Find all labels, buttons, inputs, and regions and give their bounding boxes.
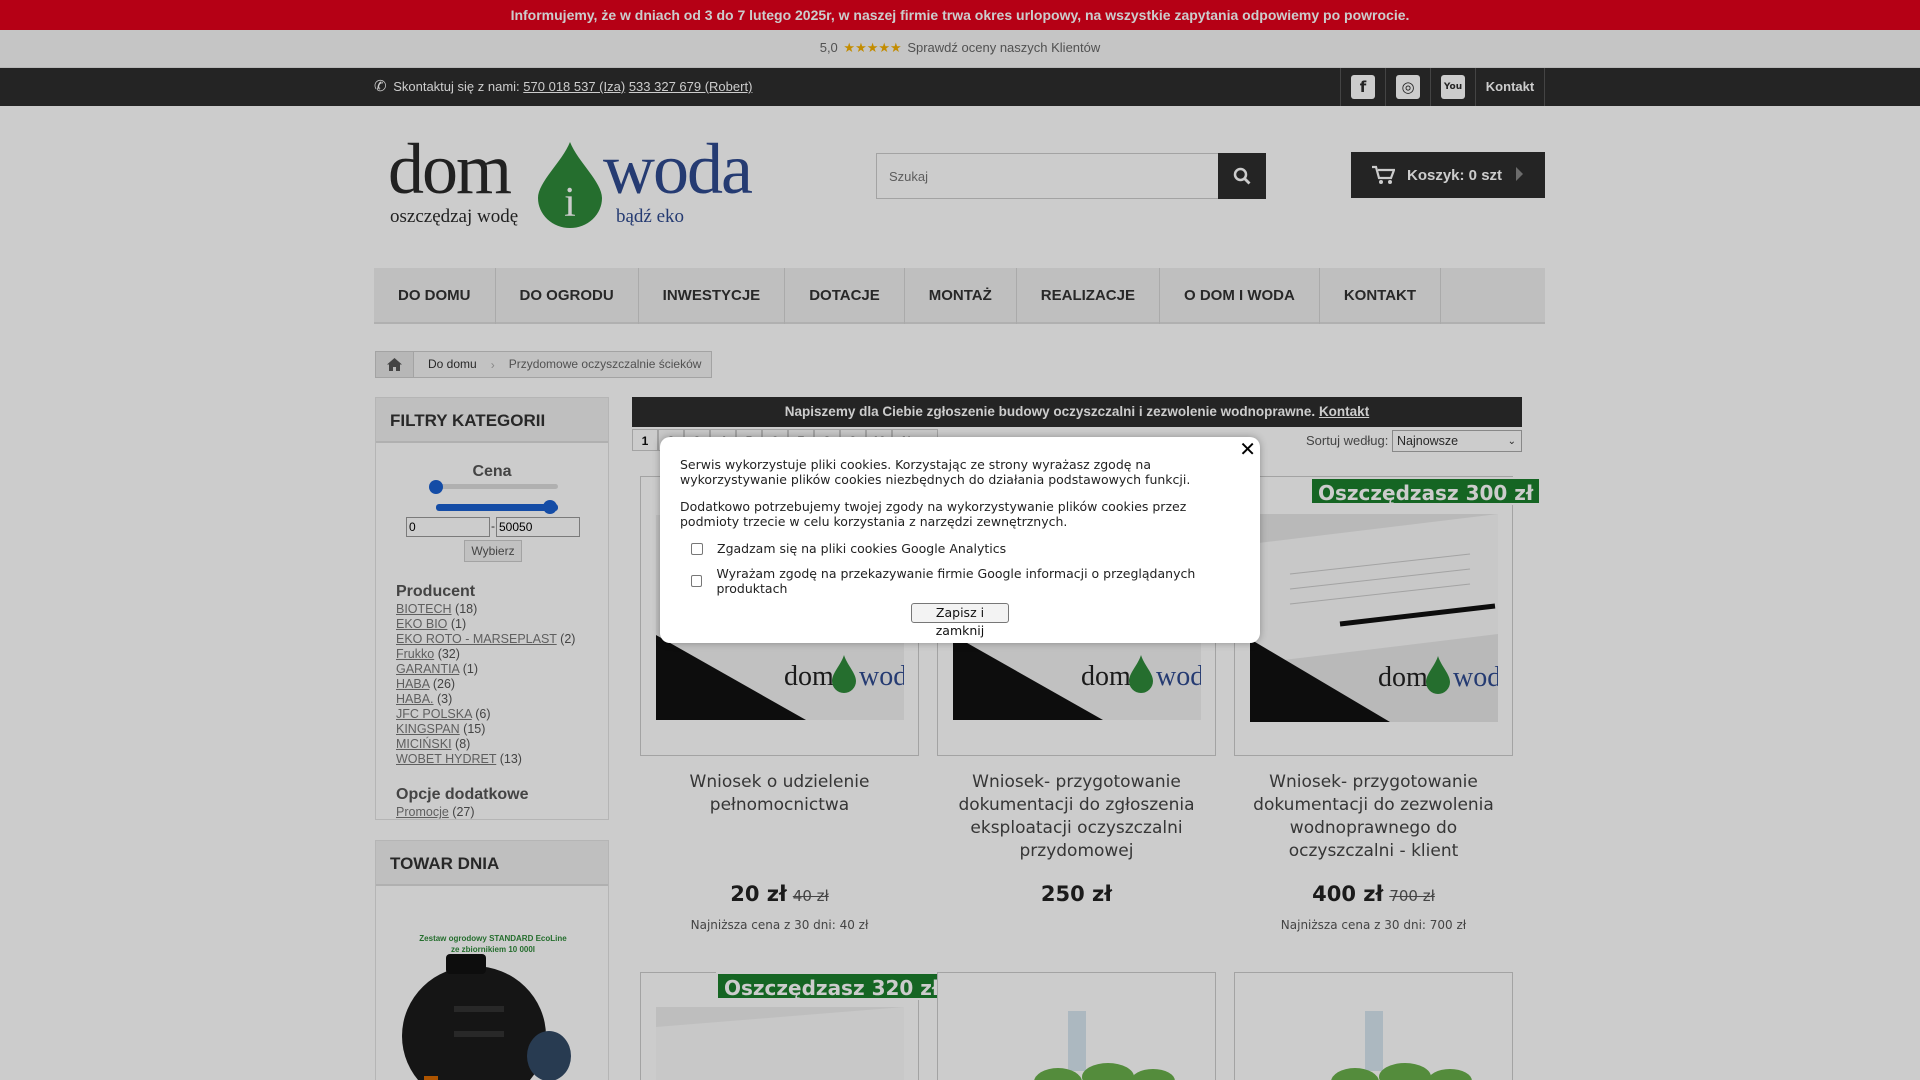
- analytics-checkbox[interactable]: [691, 542, 703, 555]
- cookie-consent-dialog: ✕ Serwis wykorzystuje pliki cookies. Kor…: [660, 437, 1260, 643]
- save-and-close-button[interactable]: Zapisz i zamknij: [911, 603, 1009, 638]
- cookie-option-google-products: Wyrażam zgodę na przekazywanie firmie Go…: [680, 566, 1242, 596]
- cookie-text-main: Serwis wykorzystuje pliki cookies. Korzy…: [680, 457, 1191, 487]
- cookie-option-analytics: Zgadzam się na pliki cookies Google Anal…: [680, 541, 1242, 556]
- cookie-text-third-party: Dodatkowo potrzebujemy twojej zgody na w…: [680, 499, 1187, 529]
- close-icon[interactable]: ✕: [1239, 437, 1256, 461]
- google-products-checkbox[interactable]: [691, 575, 703, 587]
- google-products-label: Wyrażam zgodę na przekazywanie firmie Go…: [716, 566, 1196, 596]
- analytics-label: Zgadzam się na pliki cookies Google Anal…: [717, 541, 1007, 556]
